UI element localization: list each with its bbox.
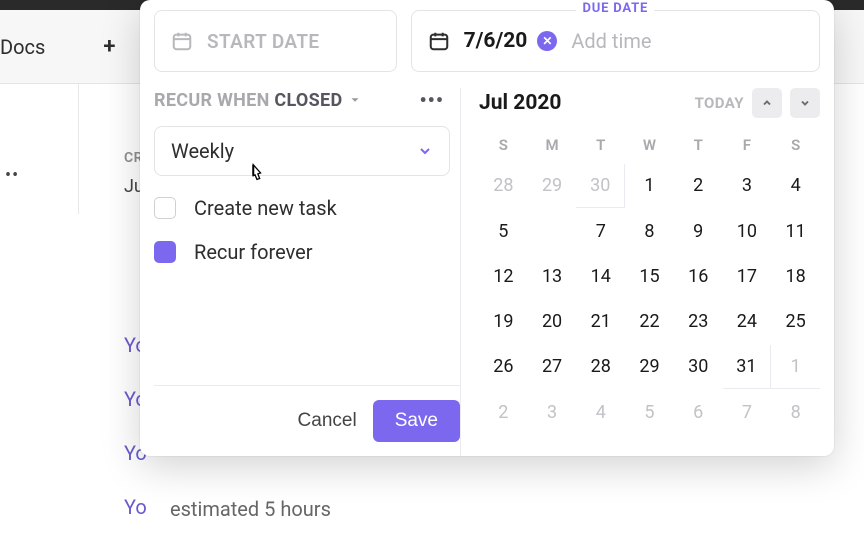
next-month-button[interactable] <box>790 88 820 118</box>
recur-forever-option[interactable]: Recur forever <box>154 240 450 264</box>
chevron-down-icon <box>417 143 433 159</box>
calendar-day[interactable]: 8 <box>625 210 674 253</box>
calendar-day[interactable]: 9 <box>674 210 723 253</box>
calendar-day[interactable]: 11 <box>771 210 820 253</box>
calendar-pane: Jul 2020 TODAY SMTWTFS282930123456789101… <box>460 88 820 456</box>
calendar-day[interactable]: 24 <box>723 300 772 343</box>
due-date-value: 7/6/20 <box>464 29 528 53</box>
activity-line-partial: Yo <box>124 495 147 519</box>
today-button[interactable]: TODAY <box>695 94 744 112</box>
calendar-icon <box>171 30 193 52</box>
recur-when-dropdown[interactable]: RECUR WHEN CLOSED <box>154 90 342 111</box>
checkbox-unchecked[interactable] <box>154 197 176 219</box>
calendar-day[interactable]: 12 <box>479 255 528 298</box>
calendar-day[interactable]: 30 <box>674 345 723 389</box>
calendar-day[interactable]: 29 <box>528 164 577 208</box>
calendar-day[interactable]: 30 <box>576 164 625 208</box>
calendar-day[interactable]: 17 <box>723 255 772 298</box>
add-time-button[interactable]: Add time <box>571 29 651 53</box>
frequency-select[interactable]: Weekly <box>154 126 450 176</box>
calendar-day[interactable]: 3 <box>528 391 577 434</box>
calendar-day[interactable]: 1 <box>625 164 674 208</box>
footer-actions: Cancel Save <box>154 385 460 456</box>
create-new-task-option[interactable]: Create new task <box>154 196 450 220</box>
calendar-dow: T <box>674 128 723 162</box>
estimated-line-partial: estimated 5 hours <box>170 497 331 521</box>
calendar-day[interactable]: 4 <box>771 164 820 208</box>
calendar-dow: S <box>479 128 528 162</box>
due-date-label: DUE DATE <box>576 1 654 16</box>
calendar-day[interactable]: 27 <box>528 345 577 389</box>
calendar-day[interactable]: 6 <box>528 210 577 253</box>
calendar-day[interactable]: 13 <box>528 255 577 298</box>
chevron-down-icon <box>799 97 811 109</box>
calendar-dow: W <box>625 128 674 162</box>
row-actions-icon[interactable]: •• <box>5 165 19 186</box>
due-date-field[interactable]: DUE DATE 7/6/20 ✕ Add time <box>411 10 820 72</box>
calendar-day[interactable]: 7 <box>576 210 625 253</box>
clear-due-date-icon[interactable]: ✕ <box>537 31 557 51</box>
start-date-placeholder: START DATE <box>207 30 320 53</box>
calendar-day[interactable]: 20 <box>528 300 577 343</box>
calendar-day[interactable]: 1 <box>771 345 820 389</box>
calendar-day[interactable]: 2 <box>674 164 723 208</box>
calendar-day[interactable]: 6 <box>674 391 723 434</box>
calendar-day[interactable]: 5 <box>479 210 528 253</box>
calendar-grid: SMTWTFS282930123456789101112131415161718… <box>479 128 820 434</box>
checkbox-checked[interactable] <box>154 241 176 263</box>
recurrence-pane: RECUR WHEN CLOSED ••• Weekly Create new … <box>154 88 460 456</box>
calendar-day[interactable]: 18 <box>771 255 820 298</box>
frequency-value: Weekly <box>171 139 234 163</box>
calendar-day[interactable]: 2 <box>479 391 528 434</box>
calendar-day[interactable]: 8 <box>771 391 820 434</box>
more-options-icon[interactable]: ••• <box>419 88 444 112</box>
add-tab-button[interactable]: + <box>103 34 115 59</box>
calendar-dow: M <box>528 128 577 162</box>
calendar-day[interactable]: 16 <box>674 255 723 298</box>
calendar-day[interactable]: 23 <box>674 300 723 343</box>
calendar-day[interactable]: 22 <box>625 300 674 343</box>
create-new-task-label: Create new task <box>194 196 337 220</box>
calendar-day[interactable]: 28 <box>576 345 625 389</box>
recur-when-prefix: RECUR WHEN <box>154 90 274 111</box>
calendar-day[interactable]: 5 <box>625 391 674 434</box>
docs-tab[interactable]: Docs <box>0 35 45 59</box>
calendar-day[interactable]: 25 <box>771 300 820 343</box>
calendar-day[interactable]: 3 <box>723 164 772 208</box>
chevron-down-icon <box>348 93 362 107</box>
chevron-up-icon <box>761 97 773 109</box>
divider <box>78 84 79 214</box>
calendar-day[interactable]: 4 <box>576 391 625 434</box>
pointer-cursor-icon <box>245 162 267 188</box>
calendar-day[interactable]: 15 <box>625 255 674 298</box>
calendar-day[interactable]: 28 <box>479 164 528 208</box>
calendar-day[interactable]: 7 <box>723 391 772 434</box>
recur-when-state: CLOSED <box>274 90 342 111</box>
recur-forever-label: Recur forever <box>194 240 313 264</box>
date-inputs-row: START DATE DUE DATE 7/6/20 ✕ Add time <box>154 10 820 72</box>
calendar-dow: T <box>576 128 625 162</box>
calendar-day[interactable]: 31 <box>723 345 772 389</box>
calendar-dow: F <box>723 128 772 162</box>
calendar-day[interactable]: 19 <box>479 300 528 343</box>
calendar-day[interactable]: 26 <box>479 345 528 389</box>
calendar-dow: S <box>771 128 820 162</box>
cancel-button[interactable]: Cancel <box>298 410 357 432</box>
date-recurrence-popover: START DATE DUE DATE 7/6/20 ✕ Add time RE… <box>140 0 834 456</box>
calendar-day[interactable]: 29 <box>625 345 674 389</box>
calendar-icon <box>428 30 450 52</box>
calendar-day[interactable]: 14 <box>576 255 625 298</box>
prev-month-button[interactable] <box>752 88 782 118</box>
start-date-field[interactable]: START DATE <box>154 10 397 72</box>
calendar-month-label: Jul 2020 <box>479 91 561 115</box>
calendar-day[interactable]: 10 <box>723 210 772 253</box>
save-button[interactable]: Save <box>373 400 460 442</box>
calendar-day[interactable]: 21 <box>576 300 625 343</box>
